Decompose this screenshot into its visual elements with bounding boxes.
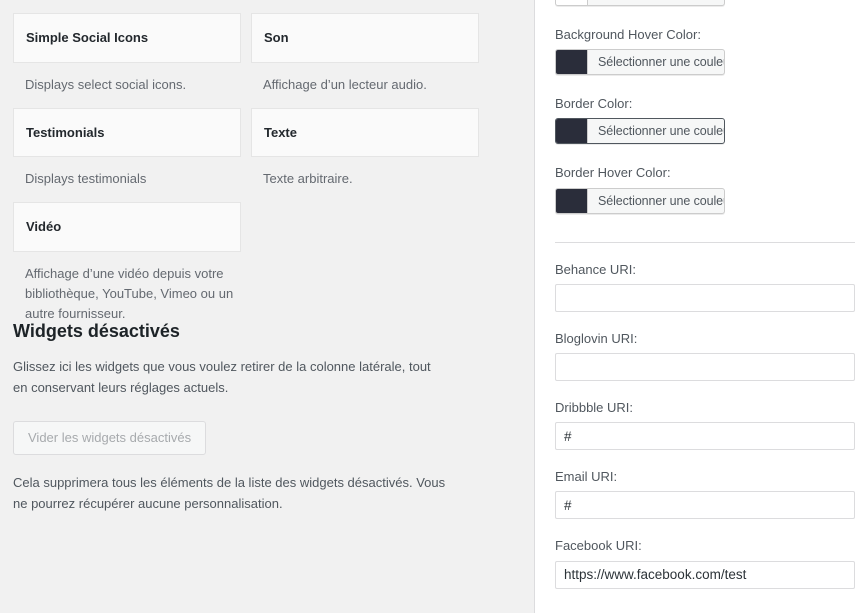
settings-separator [555, 241, 855, 243]
color-field-row: Sélectionner une couleur [555, 0, 855, 8]
available-widgets-pane: Simple Social Icons Displays select soci… [0, 0, 534, 613]
field-label-behance-uri: Behance URI: [555, 261, 636, 277]
field-label-bloglovin-uri: Bloglovin URI: [555, 330, 638, 346]
widget-settings-form: Sélectionner une couleur Background Hove… [555, 0, 855, 589]
input-facebook-uri[interactable] [555, 560, 855, 589]
widget-card-title: Simple Social Icons [26, 30, 149, 45]
widget-description: Texte arbitraire. [263, 171, 353, 187]
color-swatch[interactable] [556, 188, 588, 213]
color-picker-border-color[interactable]: Sélectionner une couleur [555, 118, 725, 145]
color-swatch[interactable] [556, 119, 588, 144]
field-label-border-hover-color: Border Hover Color: [555, 165, 671, 181]
widget-block: Texte Texte arbitraire. [251, 107, 479, 190]
color-field-row: Border Color: Sélectionner une couleur [555, 95, 855, 146]
inactive-widgets-section: Widgets désactivés Glissez ici les widge… [13, 320, 473, 515]
color-picker-background-hover-color[interactable]: Sélectionner une couleur [555, 49, 725, 76]
widget-description: Displays testimonials [25, 171, 147, 187]
inactive-widgets-warning: Cela supprimera tous les éléments de la … [13, 474, 446, 511]
widget-description: Affichage d’une vidéo depuis votre bibli… [25, 266, 234, 322]
widget-description: Displays select social icons. [25, 76, 187, 92]
uri-field-row: Facebook URI: [555, 537, 855, 589]
field-label-background-hover-color: Background Hover Color: [555, 27, 701, 42]
widget-card-title: Testimonials [26, 124, 105, 140]
widget-card-testimonials[interactable]: Testimonials [13, 107, 241, 158]
widget-block: Son Affichage d’un lecteur audio. [251, 13, 479, 95]
color-picker-label: Sélectionner une couleur [598, 55, 725, 70]
inactive-widgets-heading: Widgets désactivés [13, 321, 180, 341]
widget-description: Affichage d’un lecteur audio. [263, 76, 427, 92]
color-swatch[interactable] [556, 50, 588, 75]
color-swatch[interactable] [556, 0, 588, 5]
color-picker-label: Sélectionner une couleur [588, 0, 724, 5]
widget-block: Testimonials Displays testimonials [13, 107, 241, 190]
field-label-dribbble-uri: Dribbble URI: [555, 399, 634, 415]
color-picker-label: Sélectionner une couleur [598, 193, 725, 208]
widget-card-texte[interactable]: Texte [251, 107, 479, 158]
widget-settings-pane: Sélectionner une couleur Background Hove… [535, 0, 866, 613]
input-bloglovin-uri[interactable] [555, 352, 855, 381]
widget-card-simple-social-icons[interactable]: Simple Social Icons [13, 13, 241, 63]
input-dribbble-uri[interactable] [555, 422, 855, 451]
color-picker-border-hover-color[interactable]: Sélectionner une couleur [555, 187, 725, 214]
color-picker-label: Sélectionner une couleur [598, 124, 725, 139]
widget-column-left: Simple Social Icons Displays select soci… [13, 13, 241, 337]
input-email-uri[interactable] [555, 491, 855, 520]
widget-card-title: Texte [264, 124, 297, 140]
uri-field-row: Bloglovin URI: [555, 330, 855, 381]
input-behance-uri[interactable] [555, 283, 855, 312]
field-label-email-uri: Email URI: [555, 469, 618, 485]
widget-column-right: Son Affichage d’un lecteur audio. Texte … [251, 13, 479, 202]
inactive-widgets-intro: Glissez ici les widgets que vous voulez … [13, 359, 431, 396]
widget-block: Vidéo Affichage d’une vidéo depuis votre… [13, 202, 241, 324]
color-field-row: Border Hover Color: Sélectionner une cou… [555, 164, 855, 215]
widgets-admin-screen: Simple Social Icons Displays select soci… [0, 0, 866, 613]
uri-field-row: Email URI: [555, 468, 855, 520]
widget-card-title: Son [264, 30, 289, 45]
color-field-row: Background Hover Color: Sélectionner une… [555, 26, 855, 77]
widget-card-video[interactable]: Vidéo [13, 202, 241, 253]
uri-field-row: Behance URI: [555, 261, 855, 312]
clear-inactive-widgets-button[interactable]: Vider les widgets désactivés [13, 420, 207, 455]
widget-card-title: Vidéo [26, 219, 62, 235]
field-label-border-color: Border Color: [555, 96, 633, 112]
color-picker-background-color[interactable]: Sélectionner une couleur [555, 0, 725, 6]
uri-field-row: Dribbble URI: [555, 399, 855, 451]
widget-block: Simple Social Icons Displays select soci… [13, 13, 241, 95]
field-label-facebook-uri: Facebook URI: [555, 538, 642, 554]
widget-card-son[interactable]: Son [251, 13, 479, 63]
